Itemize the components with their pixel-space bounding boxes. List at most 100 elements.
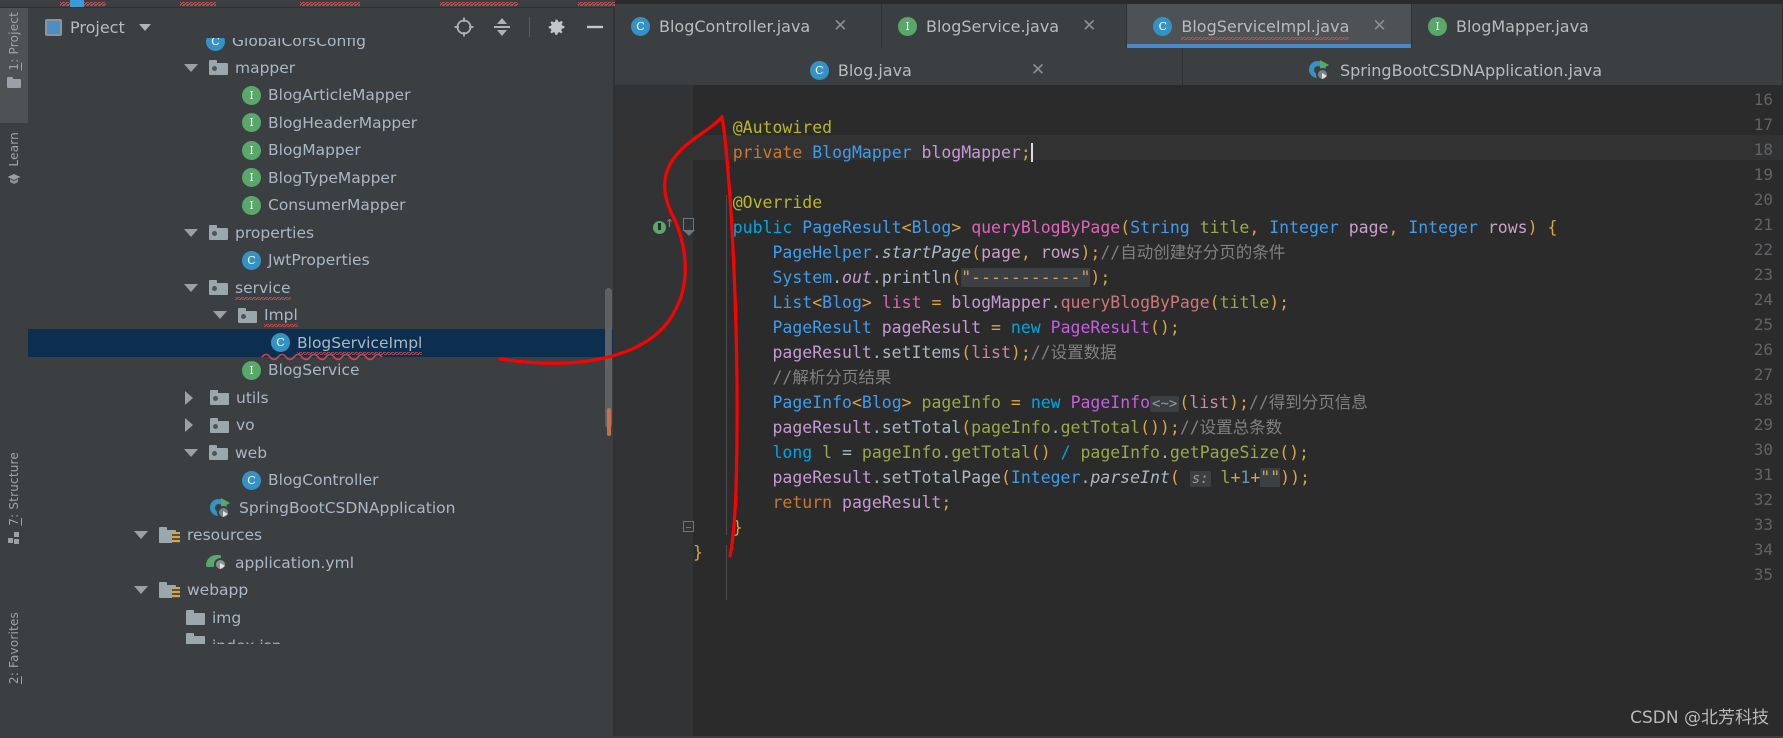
tree-item-label: img [212,608,242,627]
tree-item-label: vo [236,416,255,435]
package-icon [238,307,257,323]
tree-row-webapp[interactable]: webapp [28,577,614,605]
watermark: CSDN @北芳科技 [1630,708,1769,728]
tree-row-blogservice[interactable]: I BlogService [28,357,614,385]
interface-icon: I [242,195,261,215]
interface-icon: I [1428,16,1447,36]
package-icon [209,280,228,296]
editor-area: C BlogController.java ✕ I BlogService.ja… [615,0,1783,736]
tree-row-vo[interactable]: vo [28,412,614,440]
code-line-27: //解析分页结果 [693,368,892,387]
close-icon[interactable]: ✕ [1372,17,1386,35]
tab-blogservice-java[interactable]: I BlogService.java ✕ [882,4,1127,48]
project-tree[interactable]: C GlobalCorsConfig mapper I BlogArticleM… [28,38,614,736]
yaml-icon [206,553,228,572]
sidebar-item-project[interactable]: 1: Project [0,8,28,123]
close-icon[interactable]: ✕ [1082,17,1096,35]
code-line-29: pageResult.setTotal(pageInfo.getTotal())… [693,418,1283,437]
gear-icon[interactable] [546,16,568,38]
class-icon: C [631,16,650,36]
spring-boot-icon [1308,60,1331,81]
interface-icon: I [242,85,261,105]
line-number-gutter[interactable] [615,85,690,736]
project-scrollbar[interactable] [605,288,612,428]
folder-icon [7,76,21,88]
project-scrollbar-marker [607,408,611,436]
left-tool-strip: 1: Project Learn 7: Structure 2: Favorit… [0,8,29,736]
package-icon [210,417,229,433]
sidebar-item-favorites[interactable]: 2: Favorites [0,608,28,738]
tree-row-consumermapper[interactable]: I ConsumerMapper [28,192,614,220]
idea-window: 1: Project Learn 7: Structure 2: Favorit… [0,0,1783,736]
tree-row-web[interactable]: web [28,439,614,467]
code-content[interactable]: @Autowired private BlogMapper blogMapper… [693,85,1783,736]
tree-item-label: ConsumerMapper [268,196,406,215]
inlay-hint-parameter: s: [1189,471,1211,487]
code-editor[interactable]: 16 17 18 19 20 21 22 23 24 25 26 27 28 2… [615,85,1783,736]
code-line-34: } [693,543,703,562]
interface-icon: I [242,168,261,188]
toolwindow-index: 7 [7,517,21,526]
chevron-down-icon[interactable] [213,311,227,320]
tree-row-impl[interactable]: Impl [28,302,614,330]
code-line-24: List<Blog> list = blogMapper.queryBlogBy… [693,293,1290,312]
close-icon[interactable]: ✕ [833,17,847,35]
tab-blogserviceimpl-java[interactable]: C BlogServiceImpl.java ✕ [1127,4,1412,48]
sidebar-item-learn[interactable]: Learn [0,128,28,218]
tree-item-label: JwtProperties [268,251,370,270]
tree-row-applicationyml[interactable]: application.yml [28,549,614,577]
chevron-down-icon[interactable] [138,23,151,31]
tab-blogcontroller-java[interactable]: C BlogController.java ✕ [615,4,882,48]
clipped-tab-indicator [70,0,84,7]
chevron-down-icon[interactable] [184,283,198,292]
code-line-23: System.out.println("-----------"); [693,268,1111,287]
chevron-down-icon[interactable] [134,531,148,540]
toolwindow-label: Learn [7,132,21,167]
chevron-down-icon[interactable] [184,448,198,457]
tree-row-blogtypemapper[interactable]: I BlogTypeMapper [28,164,614,192]
chevron-down-icon[interactable] [184,228,198,237]
chevron-right-icon[interactable] [185,418,193,433]
sidebar-item-structure[interactable]: 7: Structure [0,448,28,596]
tree-row-properties[interactable]: properties [28,219,614,247]
tree-row-mapper[interactable]: mapper [28,54,614,82]
locate-icon[interactable] [453,16,475,38]
chevron-down-icon[interactable] [184,63,198,72]
tree-item-label: properties [235,223,315,242]
toolwindow-label: : Project [7,12,21,63]
code-line-30: long l = pageInfo.getTotal() / pageInfo.… [693,443,1309,462]
close-icon[interactable]: ✕ [1031,61,1045,79]
toolwindow-index: 1 [7,62,21,71]
tree-item-label: SpringBootCSDNApplication [239,498,456,517]
chevron-down-icon[interactable] [134,586,148,595]
tree-row-jwtproperties[interactable]: C JwtProperties [28,247,614,275]
package-icon [209,60,228,76]
tree-row-indexjsp[interactable]: index.jsp [28,632,614,644]
tree-row-resources[interactable]: resources [28,522,614,550]
tree-row-blogcontroller[interactable]: C BlogController [28,467,614,495]
tree-row-blogmapper[interactable]: I BlogMapper [28,137,614,165]
interface-icon: I [242,113,261,133]
chevron-right-icon[interactable] [185,390,193,405]
tree-item-label: BlogService [268,361,360,380]
spring-boot-icon [210,497,232,519]
tab-blogmapper-java[interactable]: I BlogMapper.java [1412,4,1783,48]
code-line-32: return pageResult; [693,493,952,512]
project-icon [45,18,62,36]
tree-row-service[interactable]: service [28,274,614,302]
tree-row-blogheadermapper[interactable]: I BlogHeaderMapper [28,109,614,137]
toolwindow-index: 2 [7,676,21,685]
tree-row-springbootcsdnapplication[interactable]: SpringBootCSDNApplication [28,494,614,522]
tree-row-blogserviceimpl-selected[interactable]: C BlogServiceImpl [28,329,614,357]
tree-row-blogarticlemapper[interactable]: I BlogArticleMapper [28,82,614,110]
minimize-icon[interactable] [584,16,606,38]
interface-icon: I [898,16,917,36]
tree-item-label: webapp [187,581,249,600]
tree-row-utils[interactable]: utils [28,384,614,412]
tree-item-label: service [235,278,291,300]
tab-label: Blog.java [837,60,912,80]
collapse-all-icon[interactable] [491,16,513,38]
resources-folder-icon [159,527,180,544]
tree-row-img[interactable]: img [28,604,614,632]
tree-row-globalcorsconfig[interactable]: C GlobalCorsConfig [28,38,614,54]
